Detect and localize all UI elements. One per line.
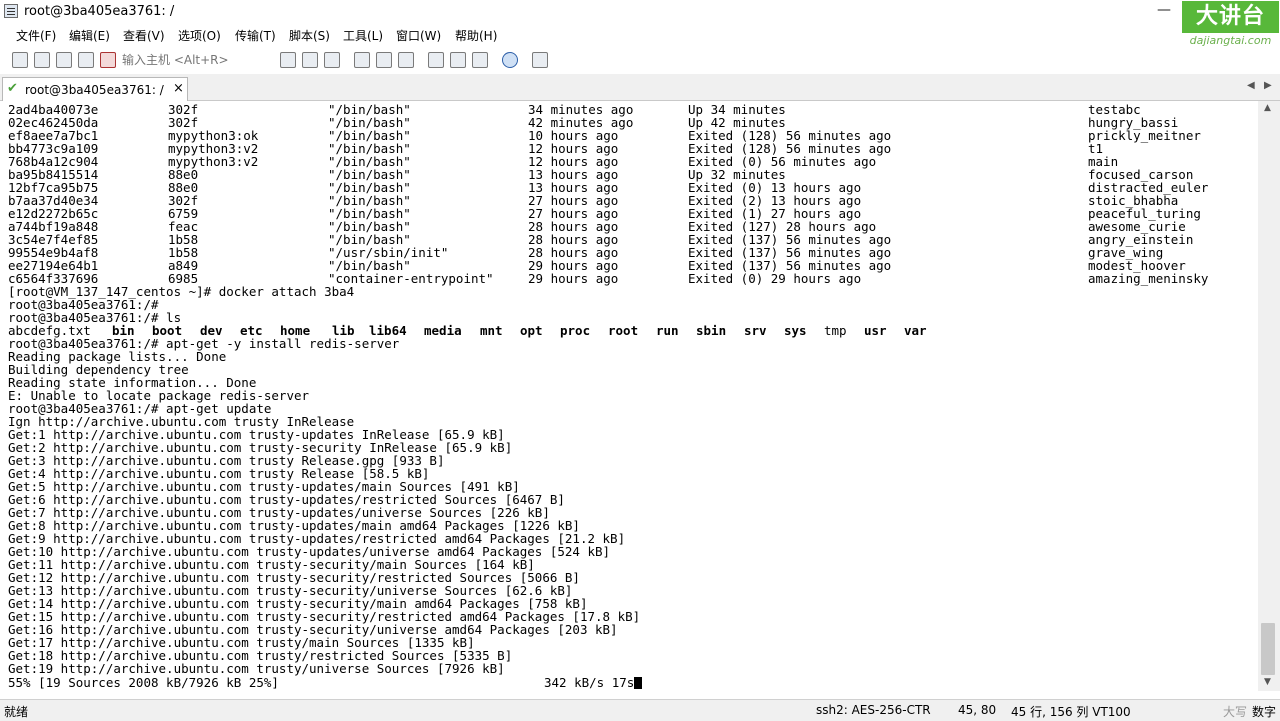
scroll-down-icon[interactable]: ▼: [1264, 677, 1271, 687]
session-tab-label: root@3ba405ea3761: /: [25, 83, 164, 97]
host-input[interactable]: [118, 50, 274, 70]
menu-window[interactable]: 窗口(W): [396, 27, 441, 44]
title-bar: root@3ba405ea3761: / —: [0, 0, 1280, 24]
window-title: root@3ba405ea3761: /: [24, 4, 175, 19]
help-icon[interactable]: [502, 52, 518, 68]
progress-line: 55% [19 Sources 2008 kB/7926 kB 25%]: [8, 676, 279, 689]
ls-entry: sbin: [696, 323, 727, 338]
reconnect-icon[interactable]: [78, 52, 94, 68]
quick-connect-icon[interactable]: [34, 52, 50, 68]
container-status-cell: Exited (0) 29 hours ago: [688, 271, 862, 286]
global-options-icon[interactable]: [450, 52, 466, 68]
session-options-icon[interactable]: [428, 52, 444, 68]
menu-bar: 文件(F) 编辑(E) 查看(V) 选项(O) 传输(T) 脚本(S) 工具(L…: [0, 24, 1180, 46]
print-setup-icon[interactable]: [354, 52, 370, 68]
tab-next-icon[interactable]: ▶: [1264, 80, 1272, 91]
ls-entry: run: [656, 323, 679, 338]
sftp-icon[interactable]: [532, 52, 548, 68]
menu-transfer[interactable]: 传输(T): [235, 27, 276, 44]
copy-icon[interactable]: [280, 52, 296, 68]
ls-entry: var: [904, 323, 927, 338]
print-icon[interactable]: [398, 52, 414, 68]
scroll-thumb[interactable]: [1261, 623, 1275, 675]
connect-tab-icon[interactable]: [56, 52, 72, 68]
print-screen-icon[interactable]: [376, 52, 392, 68]
container-name-cell: amazing_meninsky: [1088, 271, 1209, 286]
status-ready: 就绪: [4, 705, 29, 719]
paste-icon[interactable]: [302, 52, 318, 68]
find-icon[interactable]: [324, 52, 340, 68]
key-icon[interactable]: [472, 52, 488, 68]
terminal-screen[interactable]: 2ad4ba40073e 302f "/bin/bash" 34 minutes ag…: [0, 101, 1258, 691]
tab-bar: ✔ root@3ba405ea3761: / × ◀ ▶: [0, 74, 1280, 101]
container-created-cell: 29 hours ago: [528, 271, 619, 286]
menu-help[interactable]: 帮助(H): [455, 27, 497, 44]
ls-entry: proc: [560, 323, 591, 338]
ls-entry: opt: [520, 323, 543, 338]
brand-logo: 大讲台 dajiangtai.com: [1181, 0, 1280, 50]
logo-badge: 大讲台: [1182, 1, 1279, 33]
logo-site: dajiangtai.com: [1189, 34, 1272, 47]
progress-rate-line: 342 kB/s 17s: [544, 675, 643, 690]
menu-options[interactable]: 选项(O): [178, 27, 221, 44]
ls-entry: root: [608, 323, 639, 338]
connected-check-icon: ✔: [7, 81, 18, 96]
status-cipher: ssh2: AES-256-CTR: [816, 703, 931, 717]
menu-tools[interactable]: 工具(L): [343, 27, 383, 44]
ls-entry: srv: [744, 323, 767, 338]
status-caps: 大写: [1223, 705, 1248, 719]
progress-status: 55% [19 Sources 2008 kB/7926 kB 25%]: [8, 675, 279, 690]
container-name-cell: prickly_meitner: [1088, 128, 1201, 143]
session-tab[interactable]: ✔ root@3ba405ea3761: / ×: [2, 77, 188, 101]
terminal-line: Get:19 http://archive.ubuntu.com trusty/…: [8, 661, 505, 676]
status-bar: 就绪 ssh2: AES-256-CTR 45, 80 45 行, 156 列 …: [0, 699, 1280, 721]
vertical-scrollbar[interactable]: ▲ ▼: [1258, 101, 1280, 691]
connect-icon[interactable]: [12, 52, 28, 68]
status-num: 数字: [1252, 705, 1277, 719]
menu-edit[interactable]: 编辑(E): [69, 27, 110, 44]
ls-entry: mnt: [480, 323, 503, 338]
ls-entry: tmp: [824, 323, 847, 338]
menu-view[interactable]: 查看(V): [123, 27, 165, 44]
minimize-button[interactable]: —: [1152, 2, 1176, 18]
ls-entry: sys: [784, 323, 807, 338]
ls-entry: media: [424, 323, 462, 338]
close-tab-icon[interactable]: ×: [173, 81, 184, 96]
status-terminal-size: 45 行, 156 列 VT100: [1011, 705, 1131, 719]
terminal-cursor: [634, 677, 643, 689]
progress-rate: 342 kB/s 17s: [544, 675, 635, 690]
menu-file[interactable]: 文件(F): [16, 27, 56, 44]
status-cursor-pos: 45, 80: [958, 703, 997, 717]
app-terminal-icon: [4, 4, 18, 18]
menu-script[interactable]: 脚本(S): [289, 27, 330, 44]
tab-prev-icon[interactable]: ◀: [1247, 80, 1255, 91]
disconnect-icon[interactable]: [100, 52, 116, 68]
scroll-up-icon[interactable]: ▲: [1264, 103, 1271, 113]
ls-entry: usr: [864, 323, 887, 338]
